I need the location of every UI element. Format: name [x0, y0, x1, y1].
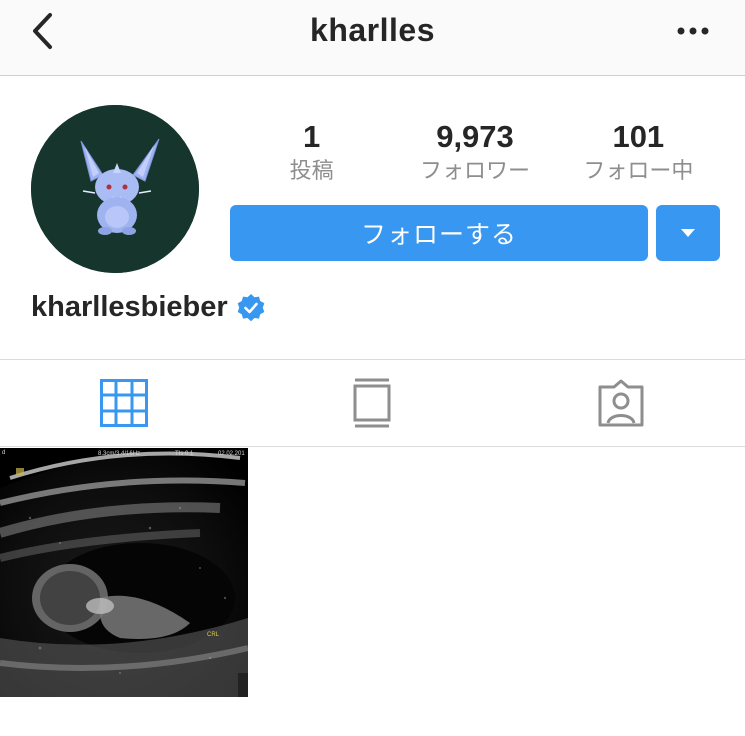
- svg-text:d: d: [2, 450, 5, 456]
- post-thumbnail[interactable]: d 8.3cm/3.4/16Hz TIs 0.1 02.02.201 CRL: [0, 448, 248, 697]
- profile-username: kharllesbieber: [31, 291, 266, 324]
- stat-followers[interactable]: 9,973 フォロワー: [393, 119, 556, 185]
- ellipsis-icon: [677, 27, 709, 35]
- tab-tagged[interactable]: [497, 360, 745, 446]
- ultrasound-image: d 8.3cm/3.4/16Hz TIs 0.1 02.02.201 CRL: [0, 448, 248, 697]
- profile-stats: 1 投稿 9,973 フォロワー 101 フォロー中: [230, 119, 720, 185]
- profile-tabs: [0, 359, 745, 447]
- stat-posts-label: 投稿: [289, 158, 334, 183]
- tab-grid[interactable]: [0, 360, 248, 446]
- stat-posts[interactable]: 1 投稿: [230, 119, 393, 185]
- stat-followers-label: フォロワー: [419, 158, 530, 183]
- stat-followers-count: 9,973: [436, 119, 514, 154]
- feed-icon: [353, 378, 391, 428]
- stat-posts-count: 1: [303, 119, 321, 154]
- verified-badge-icon: [236, 293, 266, 323]
- stat-following-count: 101: [612, 119, 665, 154]
- stat-following-label: フォロー中: [583, 158, 694, 183]
- ultrasound-tis-text: TIs 0.1: [175, 451, 194, 457]
- ultrasound-date-text: 02.02.201: [218, 451, 245, 457]
- pokemon-avatar-image: [31, 105, 199, 273]
- stat-following[interactable]: 101 フォロー中: [557, 119, 720, 185]
- username-text: kharllesbieber: [31, 291, 228, 323]
- ultrasound-crl-text: CRL: [207, 632, 220, 638]
- avatar[interactable]: [31, 105, 199, 273]
- follow-button[interactable]: フォローする: [230, 205, 648, 261]
- grid-icon: [100, 379, 149, 427]
- profile-section: 1 投稿 9,973 フォロワー 101 フォロー中 フォローする kharll…: [0, 77, 745, 359]
- suggestions-dropdown-button[interactable]: [656, 205, 720, 261]
- ultrasound-params-text: 8.3cm/3.4/16Hz: [98, 451, 140, 457]
- page-title: kharlles: [310, 12, 435, 48]
- more-options-button[interactable]: [671, 16, 715, 46]
- caret-down-icon: [681, 229, 695, 237]
- tab-feed[interactable]: [248, 360, 496, 446]
- tagged-icon: [598, 379, 644, 427]
- top-bar: kharlles: [0, 0, 745, 76]
